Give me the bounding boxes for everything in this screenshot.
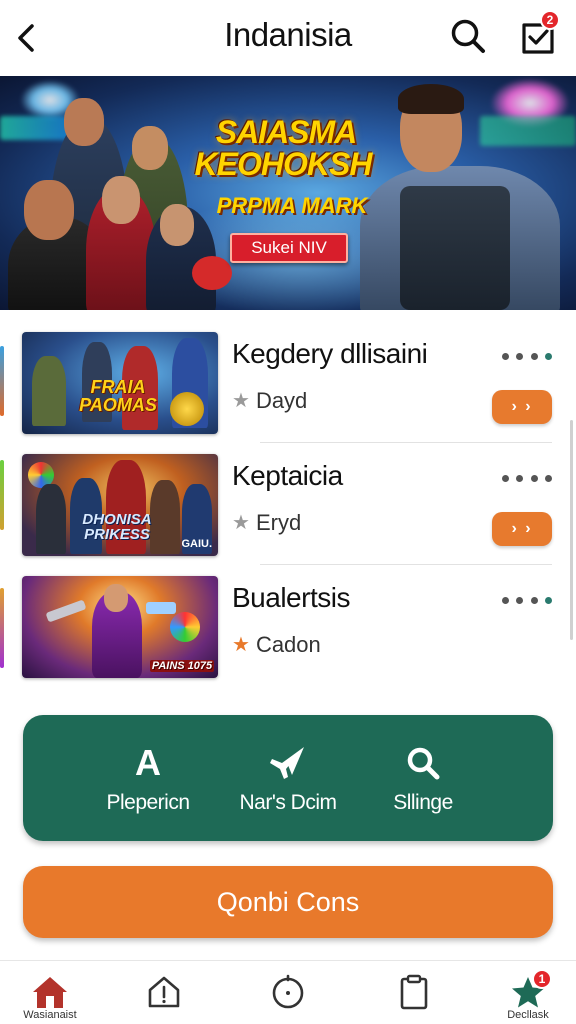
promo-banner[interactable]: SAIASMA KEOHOKSH PRPMA MARK Sukei NIV: [0, 76, 576, 310]
thumb-weapon: [45, 599, 87, 623]
character-face: [24, 180, 74, 240]
game-thumbnail[interactable]: FRAIA PAOMAS: [22, 332, 218, 434]
dot: [516, 596, 524, 604]
back-button[interactable]: [8, 18, 44, 58]
banner-title: SAIASMA KEOHOKSH: [195, 114, 376, 180]
dot: [516, 352, 524, 360]
item-meta: ★ Eryd: [232, 510, 301, 536]
character-face: [102, 176, 140, 224]
list-item[interactable]: FRAIA PAOMAS Kegdery dllisaini ★ Dayd › …: [0, 318, 576, 436]
action-sllinge[interactable]: Sllinge: [348, 715, 498, 841]
dot: [530, 596, 538, 604]
list-item[interactable]: DHONISA PRIKESS GAIU. Keptaicia ★ Eryd ›…: [0, 440, 576, 558]
chevron-left-icon: [18, 24, 34, 52]
open-item-button[interactable]: › ›: [492, 390, 552, 424]
item-meta-text: Cadon: [255, 632, 321, 657]
quick-actions-card: A Plepericn Nar's Dcim Sllinge: [23, 715, 553, 841]
banner-subtitle: PRPMA MARK: [216, 193, 368, 218]
thumb-title: DHONISA PRIKESS: [82, 511, 152, 543]
search-button[interactable]: [446, 14, 490, 58]
banner-cta-button[interactable]: Sukei NIV: [230, 233, 348, 263]
character-face: [64, 98, 104, 146]
dot: [502, 352, 509, 360]
dot: [544, 352, 552, 360]
plane-icon: [268, 741, 308, 785]
more-options-button[interactable]: [502, 468, 552, 488]
bottom-navigation: Wasianaist 1 Decllask: [0, 960, 576, 1024]
edge-strip: [0, 346, 4, 416]
tactical-vest: [400, 186, 510, 310]
dot: [502, 596, 509, 604]
nav-item-home[interactable]: Wasianaist: [10, 961, 90, 1024]
item-title: Bualertsis: [232, 582, 350, 613]
item-title: Keptaicia: [232, 460, 343, 491]
thumb-title: PAINS 1075: [150, 660, 214, 672]
open-item-button[interactable]: › ›: [492, 512, 552, 546]
boxing-glove: [192, 256, 232, 290]
nav-badge: 1: [532, 969, 552, 989]
character-face: [132, 126, 168, 170]
dot: [530, 474, 538, 482]
character-face: [160, 204, 194, 246]
action-label: Plepericn: [106, 791, 190, 814]
letter-a-icon: A: [135, 742, 161, 783]
thumb-tag: GAIU.: [181, 538, 212, 550]
thumb-weapon: [146, 602, 176, 614]
character-hair: [398, 84, 464, 114]
nav-item-alerts[interactable]: [124, 961, 204, 1024]
nav-item-favorites[interactable]: 1 Decllask: [488, 961, 568, 1024]
action-plepericn[interactable]: A Plepericn: [73, 715, 223, 841]
item-title: Kegdery dllisaini: [232, 338, 428, 369]
dot: [544, 474, 552, 482]
home-icon: [30, 973, 70, 1011]
dot: [502, 474, 509, 482]
banner-title-line2: KEOHOKSH: [194, 146, 373, 182]
star-icon: ★: [232, 390, 250, 412]
action-label: Nar's Dcim: [239, 791, 337, 814]
dot: [530, 352, 538, 360]
inbox-badge: 2: [540, 10, 560, 30]
dot: [544, 596, 552, 604]
list-item[interactable]: PAINS 1075 Bualertsis ★ Cadon: [0, 562, 576, 680]
scrollbar-thumb[interactable]: [570, 420, 573, 640]
inbox-button[interactable]: 2: [516, 10, 560, 62]
banner-light: [480, 116, 576, 146]
timer-icon: [270, 973, 306, 1011]
more-options-button[interactable]: [502, 590, 552, 610]
thumb-face: [104, 584, 128, 612]
alert-icon: [146, 973, 182, 1011]
game-thumbnail[interactable]: DHONISA PRIKESS GAIU.: [22, 454, 218, 556]
item-meta-text: Dayd: [255, 388, 308, 413]
nav-item-timer[interactable]: [248, 961, 328, 1024]
primary-button[interactable]: Qonbi Cons: [23, 866, 553, 938]
star-icon: 1: [510, 969, 552, 1011]
item-meta-text: Eryd: [255, 510, 302, 535]
dot: [516, 474, 524, 482]
star-icon: ★: [232, 512, 250, 534]
item-meta: ★ Cadon: [232, 632, 321, 658]
item-meta: ★ Dayd: [232, 388, 307, 414]
edge-strip: [0, 588, 4, 668]
clipboard-icon: [398, 973, 430, 1011]
search-icon: [451, 19, 485, 53]
search-icon: [405, 741, 441, 785]
thumb-figure: [32, 356, 66, 426]
thumb-emblem: [170, 612, 200, 642]
star-icon: ★: [232, 634, 250, 656]
game-thumbnail[interactable]: PAINS 1075: [22, 576, 218, 678]
edge-strip: [0, 460, 4, 530]
more-options-button[interactable]: [502, 346, 552, 366]
nav-item-clipboard[interactable]: [374, 961, 454, 1024]
app-header: Indanisia 2: [0, 0, 576, 76]
banner-light: [0, 116, 70, 140]
banner-title-line1: SAIASMA: [215, 114, 358, 150]
action-label: Sllinge: [393, 791, 453, 814]
action-nars-dcim[interactable]: Nar's Dcim: [213, 715, 363, 841]
thumb-emblem: [170, 392, 204, 426]
thumb-title: FRAIA PAOMAS: [79, 377, 157, 415]
